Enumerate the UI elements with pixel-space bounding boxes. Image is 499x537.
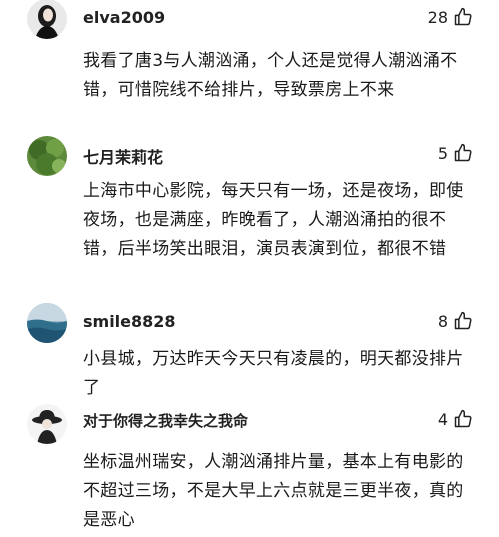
avatar-woman-dark-hair-icon — [27, 0, 67, 39]
like-count: 8 — [437, 311, 448, 331]
username[interactable]: elva2009 — [83, 8, 165, 27]
like-button[interactable]: 4 — [438, 409, 473, 429]
avatar[interactable] — [27, 136, 67, 176]
avatar[interactable] — [27, 404, 67, 444]
username[interactable]: 对于你得之我幸失之我命 — [83, 410, 248, 431]
thumbs-up-icon — [454, 143, 472, 162]
thumbs-up-icon — [454, 409, 472, 428]
avatar[interactable] — [27, 0, 67, 39]
thumbs-up-icon — [454, 311, 472, 330]
like-count: 28 — [427, 7, 448, 27]
comment-text: 上海市中心影院，每天只有一场，还是夜场，即使夜场，也是满座，昨晚看了，人潮汹涌拍… — [83, 181, 464, 259]
like-button[interactable]: 8 — [438, 311, 473, 331]
avatar-green-foliage-icon — [27, 136, 67, 176]
thumbs-up-icon — [454, 7, 472, 26]
like-button[interactable]: 5 — [438, 143, 473, 163]
comment-text: 小县城，万达昨天今天只有凌晨的，明天都没排片了 — [83, 349, 464, 398]
comment-text: 坐标温州瑞安，人潮汹涌排片量，基本上有电影的不超过三场，不是大早上六点就是三更半… — [83, 452, 464, 530]
username[interactable]: 七月茉莉花 — [83, 144, 163, 168]
like-count: 5 — [437, 143, 448, 163]
comment-text: 我看了唐3与人潮汹涌，个人还是觉得人潮汹涌不错，可惜院线不给排片，导致票房上不来 — [83, 51, 458, 100]
like-count: 4 — [437, 409, 448, 429]
avatar-sea-landscape-icon — [27, 303, 67, 343]
username[interactable]: smile8828 — [83, 312, 176, 331]
avatar-hat-figure-icon — [27, 404, 67, 444]
avatar[interactable] — [27, 303, 67, 343]
like-button[interactable]: 28 — [428, 7, 473, 27]
